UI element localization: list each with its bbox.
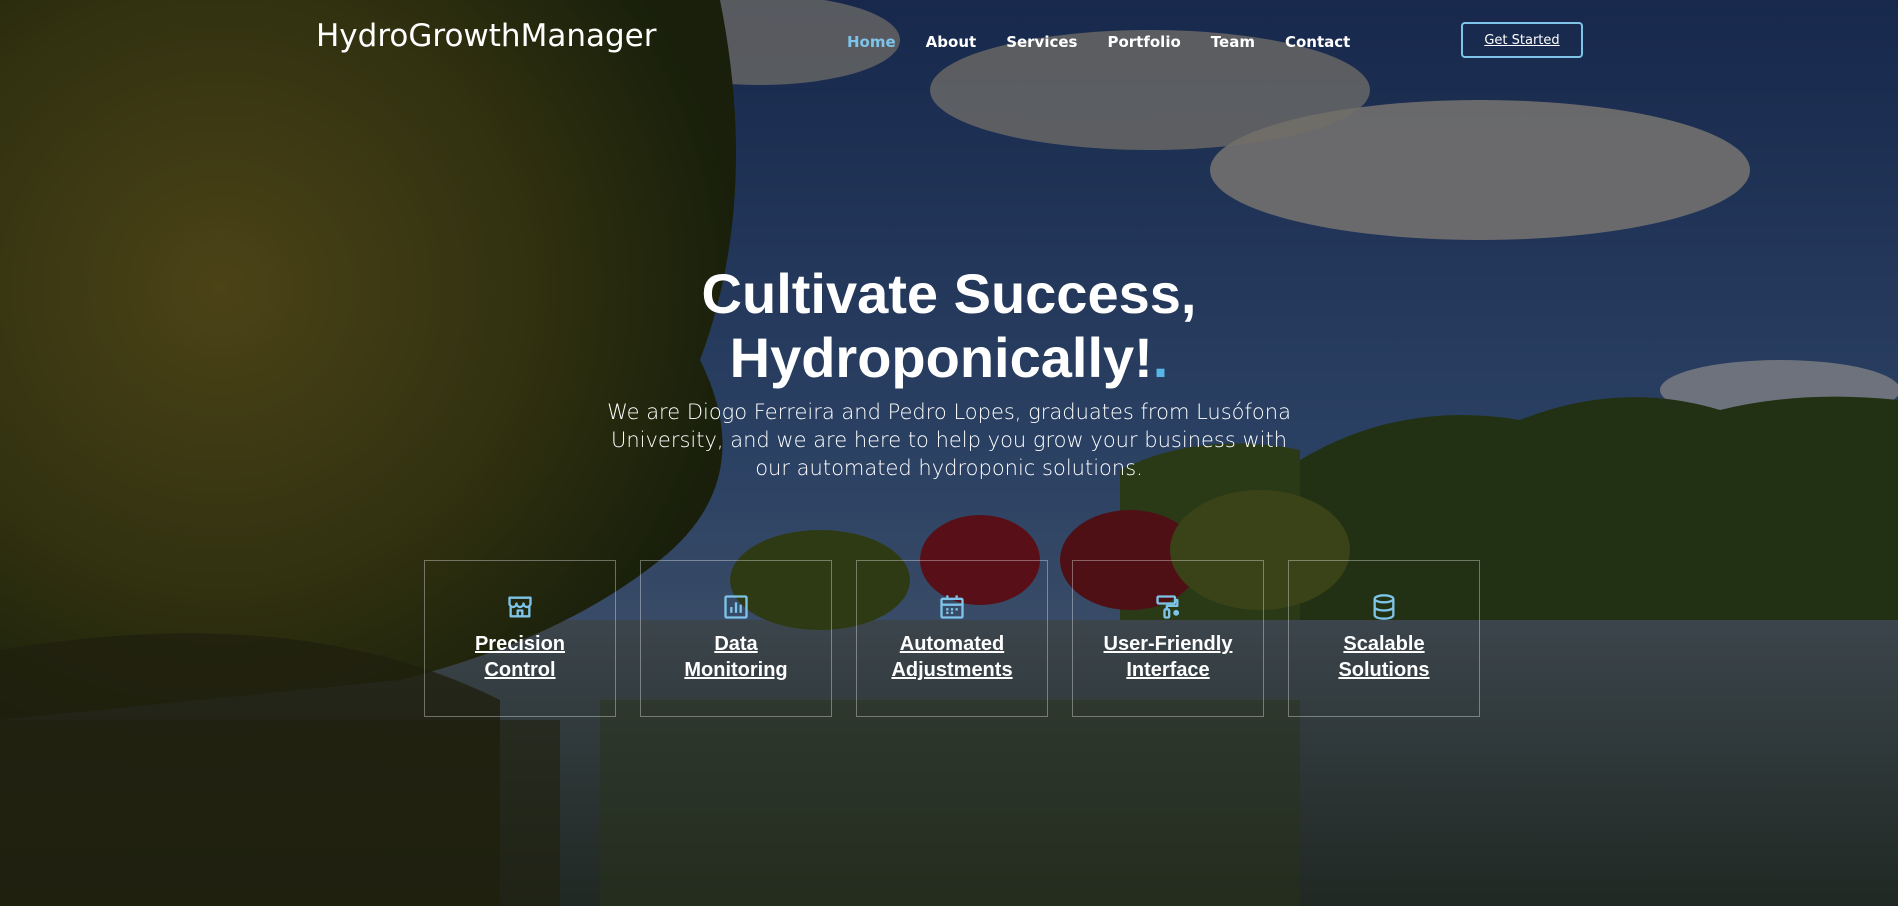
nav-item-contact[interactable]: Contact (1285, 33, 1350, 51)
feature-label-line2: Adjustments (891, 659, 1013, 681)
nav-item-portfolio[interactable]: Portfolio (1107, 33, 1180, 51)
feature-label-line1: Automated (899, 633, 1005, 655)
main-navigation: Home About Services Portfolio Team Conta… (847, 33, 1380, 51)
paint-roller-icon (1154, 593, 1182, 621)
feature-label-line2: Solutions (1338, 659, 1430, 681)
page: HydroGrowthManager Home About Services P… (0, 0, 1898, 906)
feature-automated-adjustments[interactable]: Automated Adjustments (856, 560, 1048, 717)
nav-item-services[interactable]: Services (1006, 33, 1077, 51)
feature-scalable-solutions[interactable]: Scalable Solutions (1288, 560, 1480, 717)
bar-chart-icon (722, 593, 750, 621)
feature-label: Automated Adjustments (862, 631, 1042, 683)
brand-logo[interactable]: HydroGrowthManager (316, 18, 656, 54)
nav-item-home[interactable]: Home (847, 33, 896, 51)
feature-label-line1: Precision (474, 633, 566, 655)
feature-label-line2: Interface (1126, 659, 1210, 681)
calendar-icon (938, 593, 966, 621)
feature-label-line1: Data (714, 633, 758, 655)
hero-title: Cultivate Success, Hydroponically!. (549, 262, 1349, 390)
nav-item-about[interactable]: About (926, 33, 977, 51)
hero-title-line2: Hydroponically! (729, 326, 1153, 389)
feature-label-line1: Scalable (1343, 633, 1425, 655)
hero-subtitle: We are Diogo Ferreira and Pedro Lopes, g… (607, 400, 1291, 480)
feature-label-line1: User-Friendly (1103, 633, 1233, 655)
feature-label: User-Friendly Interface (1078, 631, 1258, 683)
database-icon (1370, 593, 1398, 621)
hero-title-accent-dot: . (1152, 326, 1169, 389)
feature-precision-control[interactable]: Precision Control (424, 560, 616, 717)
feature-label-line2: Control (484, 659, 556, 681)
feature-label-line2: Monitoring (684, 659, 788, 681)
nav-item-team[interactable]: Team (1211, 33, 1255, 51)
feature-label: Precision Control (430, 631, 610, 683)
feature-label: Scalable Solutions (1294, 631, 1474, 683)
feature-label: Data Monitoring (646, 631, 826, 683)
feature-user-friendly-interface[interactable]: User-Friendly Interface (1072, 560, 1264, 717)
get-started-button[interactable]: Get Started (1461, 22, 1583, 58)
feature-data-monitoring[interactable]: Data Monitoring (640, 560, 832, 717)
feature-list: Precision Control Data Monitoring Automa… (424, 560, 1480, 717)
store-icon (506, 593, 534, 621)
hero-title-line1: Cultivate Success, (701, 262, 1197, 325)
